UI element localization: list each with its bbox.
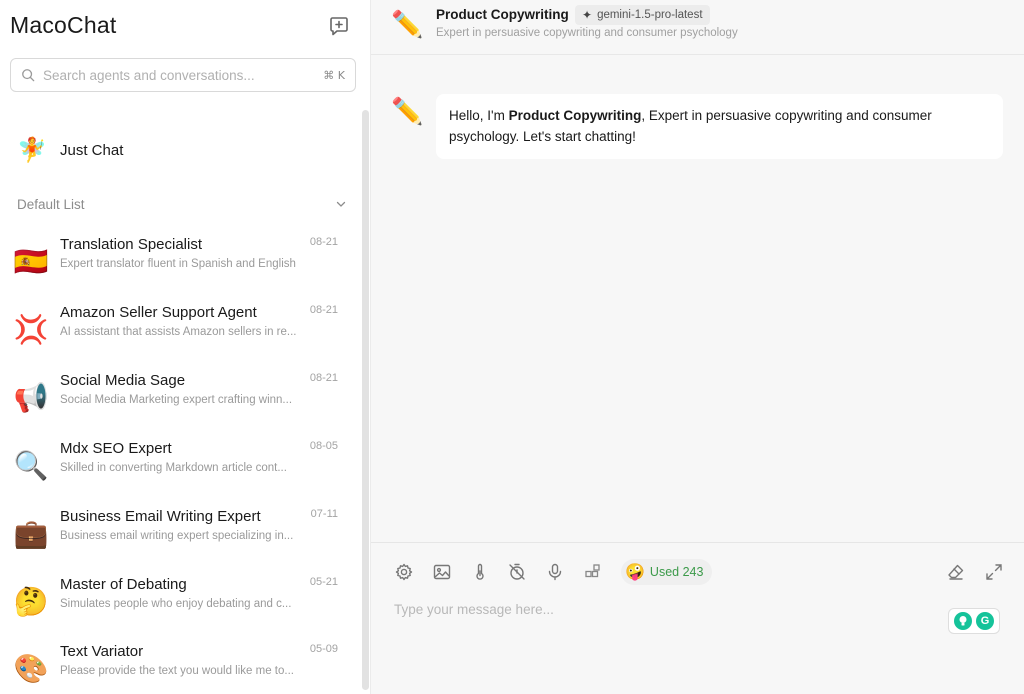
agent-description: AI assistant that assists Amazon sellers… [60, 326, 297, 338]
sidebar: MacoChat ⌘ K 🧚 Just Chat Default List 🇪🇸… [0, 0, 371, 694]
grammarly-logo[interactable]: G [976, 612, 994, 630]
agent-date: 08-21 [309, 372, 338, 384]
model-name: gemini-1.5-pro-latest [597, 9, 703, 21]
search-icon [22, 69, 35, 82]
expand-icon [986, 564, 1002, 580]
agent-subtitle: Expert in persuasive copywriting and con… [436, 27, 738, 39]
upload-image-button[interactable] [432, 562, 452, 582]
voice-input-button[interactable] [545, 562, 565, 582]
agent-date: 08-21 [309, 236, 338, 248]
pencil-icon: ✏️ [391, 96, 424, 126]
message-input[interactable] [394, 597, 954, 621]
megaphone-icon: 📢 [13, 381, 49, 413]
agent-title: Master of Debating [60, 576, 187, 593]
agent-description: Simulates people who enjoy debating and … [60, 598, 292, 610]
agent-item-business-email-writing[interactable]: 💼 Business Email Writing Expert Business… [10, 506, 350, 562]
blocks-icon [585, 564, 600, 578]
token-usage-badge[interactable]: 🤪 Used 243 [621, 559, 713, 585]
agent-date: 05-21 [309, 576, 338, 588]
search-shortcut: ⌘ K [323, 68, 345, 82]
app-brand: MacoChat [10, 12, 117, 38]
bulb-icon[interactable] [954, 612, 972, 630]
agent-description: Business email writing expert specializi… [60, 530, 294, 542]
settings-button[interactable] [394, 562, 414, 582]
timer-off-icon [509, 563, 525, 580]
thermometer-icon [476, 563, 484, 580]
temperature-button[interactable] [470, 562, 490, 582]
microphone-icon [548, 563, 562, 581]
thinking-face-icon: 🤔 [13, 585, 49, 617]
agent-date: 08-05 [309, 440, 338, 452]
agent-item-text-variator[interactable]: 🎨 Text Variator Please provide the text … [10, 641, 350, 694]
agent-title: Business Email Writing Expert [60, 508, 261, 525]
search-input[interactable] [43, 67, 324, 83]
grammarly-widget[interactable]: G [948, 608, 1000, 634]
chat-header: ✏️ Product Copywriting ✦ gemini-1.5-pro-… [371, 0, 1024, 55]
agent-description: Skilled in converting Markdown article c… [60, 462, 287, 474]
history-limit-button[interactable] [507, 562, 527, 582]
token-usage-label: Used 243 [649, 565, 704, 579]
spain-flag-icon: 🇪🇸 [13, 245, 49, 277]
pencil-icon: ✏️ [391, 9, 424, 39]
chevron-down-icon [336, 201, 346, 207]
agent-item-master-of-debating[interactable]: 🤔 Master of Debating Simulates people wh… [10, 574, 350, 630]
composer: 🤪 Used 243 G [371, 542, 1024, 694]
just-chat-label: Just Chat [60, 141, 124, 159]
agent-item-mdx-seo-expert[interactable]: 🔍 Mdx SEO Expert Skilled in converting M… [10, 438, 350, 494]
model-tag[interactable]: ✦ gemini-1.5-pro-latest [575, 5, 710, 25]
lightbulb-icon [959, 616, 967, 626]
agent-name: Product Copywriting [436, 7, 569, 22]
expand-button[interactable] [984, 562, 1004, 582]
agent-item-social-media-sage[interactable]: 📢 Social Media Sage Social Media Marketi… [10, 370, 350, 426]
sparkle-icon: ✦ [582, 8, 593, 22]
agent-description: Please provide the text you would like m… [60, 665, 294, 677]
eraser-icon [948, 564, 964, 580]
default-list-group[interactable]: Default List [17, 195, 347, 213]
agent-description: Social Media Marketing expert crafting w… [60, 394, 293, 406]
gear-icon [395, 563, 413, 581]
just-chat-item[interactable]: 🧚 Just Chat [14, 134, 354, 166]
anger-symbol-icon: 💢 [13, 313, 49, 345]
sidebar-scrollbar[interactable] [362, 110, 369, 690]
agent-date: 07-11 [310, 508, 338, 520]
group-label: Default List [17, 196, 85, 212]
agent-title: Social Media Sage [60, 372, 186, 389]
zany-face-icon: 🤪 [625, 564, 645, 581]
briefcase-icon: 💼 [13, 517, 49, 549]
agent-date: 05-09 [309, 643, 338, 655]
clear-chat-button[interactable] [946, 562, 966, 582]
image-icon [433, 564, 451, 580]
message-agent-name: Product Copywriting [508, 108, 642, 123]
plugins-button[interactable] [583, 562, 603, 582]
search-box[interactable]: ⌘ K [10, 58, 356, 92]
agent-title: Translation Specialist [60, 236, 203, 253]
fairy-icon: 🧚 [17, 136, 47, 164]
new-chat-icon [330, 17, 348, 36]
agent-description: Expert translator fluent in Spanish and … [60, 258, 296, 270]
message-prefix: Hello, I'm [449, 108, 509, 123]
assistant-message: Hello, I'm Product Copywriting, Expert i… [436, 94, 1003, 159]
palette-icon: 🎨 [13, 652, 49, 684]
agent-title: Text Variator [60, 643, 144, 660]
new-chat-button[interactable] [327, 14, 351, 38]
agent-item-amazon-seller-support[interactable]: 💢 Amazon Seller Support Agent AI assista… [10, 302, 350, 358]
agent-title: Amazon Seller Support Agent [60, 304, 257, 321]
agent-date: 08-21 [309, 304, 338, 316]
magnifier-icon: 🔍 [13, 449, 49, 481]
agent-item-translation-specialist[interactable]: 🇪🇸 Translation Specialist Expert transla… [10, 234, 350, 290]
chat-main: ✏️ Product Copywriting ✦ gemini-1.5-pro-… [371, 0, 1024, 694]
agent-title: Mdx SEO Expert [60, 440, 172, 457]
